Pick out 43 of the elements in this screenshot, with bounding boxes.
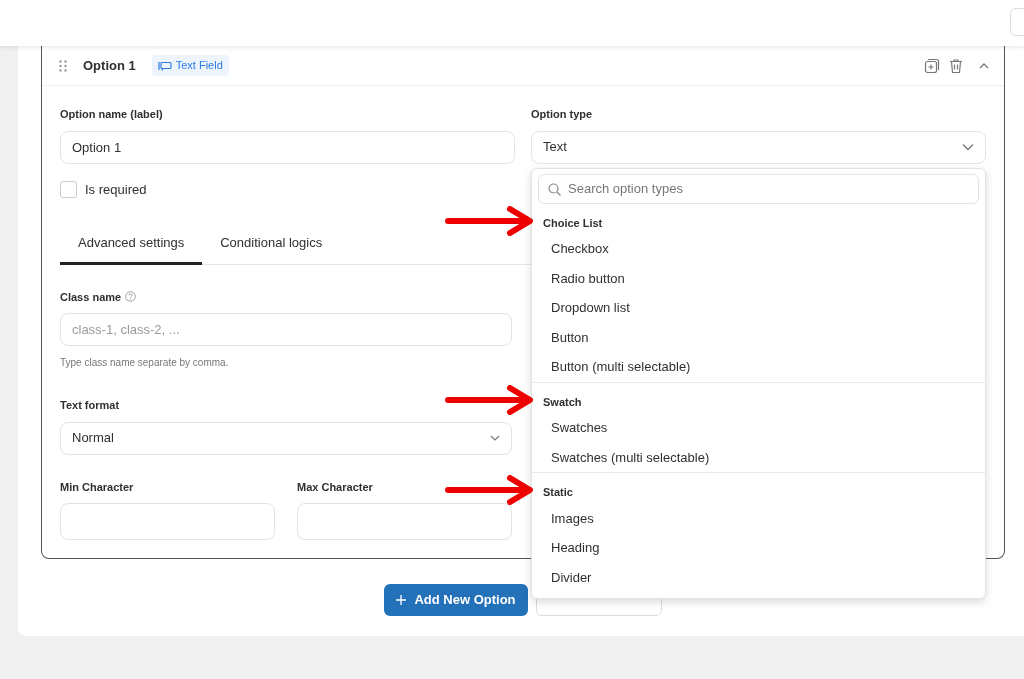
required-checkbox[interactable] [60, 180, 77, 198]
menu-item[interactable]: Dropdown list [538, 293, 979, 323]
field-label: Text format [60, 398, 121, 413]
class-name-input[interactable]: class-1, class-2, ... [60, 313, 512, 346]
settings-tab[interactable]: Conditional logics [202, 233, 341, 265]
add-option-button[interactable]: Add New Option [384, 584, 528, 616]
help-icon[interactable] [125, 291, 137, 303]
settings-tab[interactable]: Advanced settings [60, 233, 203, 265]
search-field[interactable]: Search option types [538, 173, 979, 204]
field-label: Class name [60, 289, 122, 305]
text-format-select[interactable]: Normal [60, 421, 512, 455]
menu-item[interactable]: Swatches (multi selectable) [538, 442, 979, 472]
menu-item[interactable]: Checkbox [538, 234, 979, 264]
option-type-select[interactable]: Text [531, 130, 986, 164]
option-name-input[interactable]: Option 1 [60, 130, 515, 164]
checkbox-label: Is required [85, 180, 147, 199]
field-label: Option name (label) [60, 107, 164, 122]
field-label: Max Character [297, 479, 374, 495]
menu-item[interactable]: Images [538, 503, 979, 533]
menu-item[interactable]: Button (multi selectable) [538, 352, 979, 382]
delete-icon[interactable] [948, 57, 964, 74]
type-badge: Text Field [151, 55, 229, 76]
group-heading: Choice List [543, 216, 603, 229]
help-text: Type class name separate by comma. [60, 356, 230, 370]
menu-item[interactable]: Radio button [538, 263, 979, 293]
drag-handle-icon[interactable] [59, 59, 67, 72]
duplicate-icon[interactable] [924, 57, 940, 74]
menu-item[interactable]: Divider [538, 562, 979, 592]
plus-icon [396, 595, 407, 605]
option-title: Option 1 [83, 56, 136, 75]
group-heading: Static [543, 486, 573, 498]
group-heading: Swatch [543, 395, 582, 408]
min-character-input[interactable] [60, 503, 275, 540]
chevron-up-icon[interactable] [978, 61, 990, 70]
chevron-down-icon [962, 143, 974, 151]
search-icon [548, 182, 561, 196]
menu-item[interactable]: Swatches [538, 413, 979, 443]
field-label: Option type [531, 107, 594, 122]
chevron-down-icon [490, 435, 500, 441]
field-label: Min Character [60, 479, 135, 495]
menu-item[interactable]: Button [538, 322, 979, 352]
menu-item[interactable]: Heading [538, 533, 979, 563]
max-character-input[interactable] [297, 503, 512, 540]
